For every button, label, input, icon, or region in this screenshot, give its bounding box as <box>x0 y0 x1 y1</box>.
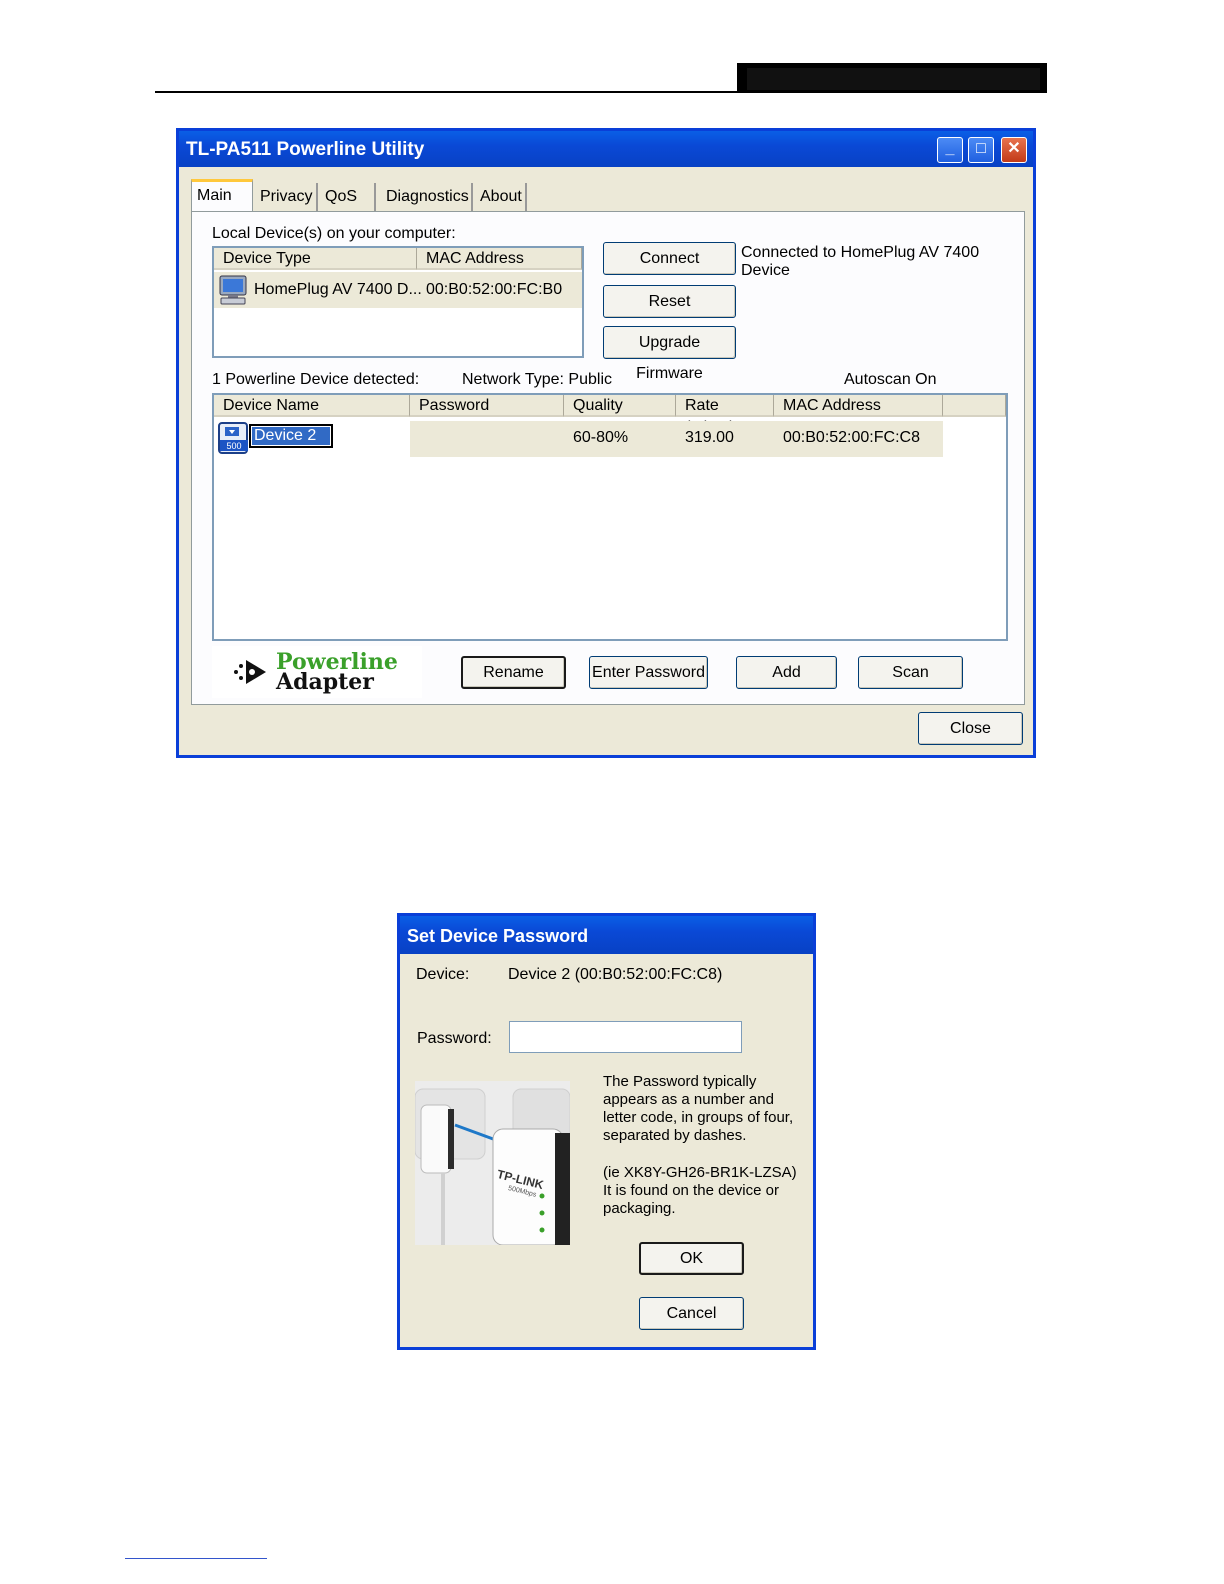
tab-strip: Main Privacy QoS Diagnostics About <box>191 179 591 211</box>
powerline-adapter-logo: Powerline Adapter <box>212 646 422 698</box>
column-header-device-type[interactable]: Device Type <box>214 248 417 270</box>
cancel-button[interactable]: Cancel <box>639 1297 744 1330</box>
adapter-illustration <box>415 1081 570 1245</box>
column-header-quality[interactable]: Quality <box>564 395 676 417</box>
device-mac: 00:B0:52:00:FC:C8 <box>783 429 920 446</box>
local-device-type: HomePlug AV 7400 D... <box>254 281 422 298</box>
password-dialog-title: Set Device Password <box>407 926 589 946</box>
password-help-text-2: (ie XK8Y-GH26-BR1K-LZSA) It is found on … <box>603 1164 797 1217</box>
column-header-mac-address[interactable]: MAC Address <box>417 248 582 270</box>
tab-about[interactable]: About <box>475 183 527 211</box>
tab-main[interactable]: Main <box>191 179 253 211</box>
close-window-button[interactable]: ✕ <box>1001 137 1027 163</box>
tab-panel: Local Device(s) on your computer: Device… <box>191 211 1025 705</box>
devices-detected-label: 1 Powerline Device detected: <box>212 371 420 388</box>
tab-privacy[interactable]: Privacy <box>255 183 318 211</box>
adapter-photo: TP-LINK 500Mbps <box>415 1081 570 1245</box>
rename-button[interactable]: Rename <box>461 656 566 689</box>
device-label: Device: <box>416 966 470 983</box>
column-header-rate[interactable]: Rate (Mbps) <box>676 395 774 436</box>
scan-button[interactable]: Scan <box>858 656 963 689</box>
password-dialog: Set Device Password Device: Device 2 (00… <box>397 913 816 1350</box>
logo-plug-icon <box>234 660 266 684</box>
page-header-rule <box>155 91 1047 93</box>
enter-password-button[interactable]: Enter Password <box>589 656 708 689</box>
maximize-button[interactable]: □ <box>968 137 994 163</box>
local-device-mac: 00:B0:52:00:FC:B0 <box>426 281 563 298</box>
main-window-titlebar[interactable]: TL-PA511 Powerline Utility _ □ ✕ <box>179 131 1033 167</box>
column-header-device-name[interactable]: Device Name <box>214 395 410 417</box>
tab-diagnostics[interactable]: Diagnostics <box>381 183 473 211</box>
powerline-device-icon: 500 <box>218 422 248 454</box>
column-header-mac[interactable]: MAC Address <box>774 395 943 417</box>
device-row[interactable]: 500 Device 2 60-80% 319.00 00:B0:52:00:F… <box>214 419 944 457</box>
computer-icon <box>219 275 247 305</box>
column-header-blank <box>943 395 1006 417</box>
device-rate: 319.00 <box>685 429 734 446</box>
ok-button[interactable]: OK <box>639 1242 744 1275</box>
password-dialog-titlebar[interactable]: Set Device Password <box>400 916 813 954</box>
close-button[interactable]: Close <box>918 712 1023 745</box>
local-device-list[interactable]: Device Type MAC Address HomePlug AV 7400… <box>212 246 584 358</box>
local-devices-label: Local Device(s) on your computer: <box>212 225 456 242</box>
password-input[interactable] <box>509 1021 742 1053</box>
local-device-row[interactable]: HomePlug AV 7400 D... 00:B0:52:00:FC:B0 <box>214 272 582 308</box>
connect-button[interactable]: Connect <box>603 242 736 275</box>
minimize-button[interactable]: _ <box>937 137 963 163</box>
page-header-block-inner <box>747 68 1040 90</box>
network-type-label: Network Type: Public <box>462 371 612 388</box>
device-quality: 60-80% <box>573 429 629 446</box>
tab-qos[interactable]: QoS <box>320 183 376 211</box>
svg-text:500: 500 <box>226 441 241 451</box>
upgrade-firmware-button[interactable]: Upgrade Firmware <box>603 326 736 382</box>
connection-status-text: Connected to HomePlug AV 7400 Device <box>741 244 980 279</box>
device-value: Device 2 (00:B0:52:00:FC:C8) <box>508 966 723 983</box>
main-window-title: TL-PA511 Powerline Utility <box>186 139 425 160</box>
add-button[interactable]: Add <box>736 656 837 689</box>
autoscan-status: Autoscan On <box>844 371 937 388</box>
powerline-device-list[interactable]: Device Name Password Quality Rate (Mbps)… <box>212 393 1008 641</box>
password-label: Password: <box>417 1030 492 1047</box>
password-help-text-1: The Password typically appears as a numb… <box>603 1073 794 1144</box>
reset-button[interactable]: Reset <box>603 285 736 318</box>
device-name-edit[interactable]: Device 2 <box>248 424 334 448</box>
page-footer-rule <box>125 1558 267 1559</box>
logo-line-2: Adapter <box>276 669 374 695</box>
main-window: TL-PA511 Powerline Utility _ □ ✕ Main Pr… <box>176 128 1036 758</box>
column-header-password[interactable]: Password <box>410 395 564 417</box>
